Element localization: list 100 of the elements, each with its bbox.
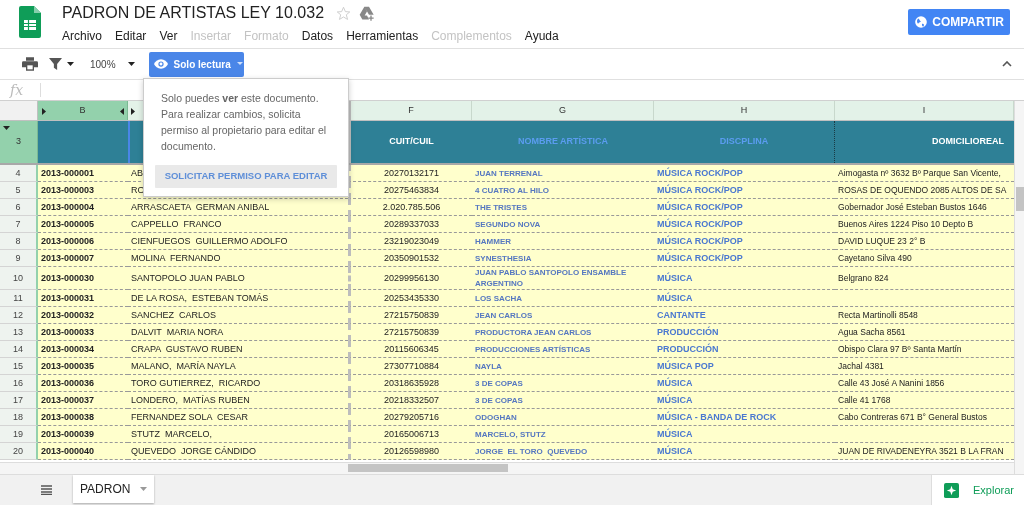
table-cell: MÚSICA — [654, 375, 835, 392]
table-cell: 20275463834 — [348, 182, 472, 199]
explore-button[interactable]: Explorar — [931, 475, 1024, 505]
formula-label: fx — [10, 83, 25, 97]
spreadsheet-logo[interactable] — [19, 6, 41, 38]
row-number[interactable]: 19 — [0, 426, 38, 443]
menu-item[interactable]: Herramientas — [346, 28, 419, 44]
menu-item[interactable]: Ayuda — [524, 28, 559, 44]
table-cell: FERNANDEZ SOLA CESAR — [128, 409, 348, 426]
row-number[interactable]: 20 — [0, 443, 38, 460]
menu-item[interactable]: Ver — [159, 28, 178, 44]
header-cell: CUIT/CUIL — [348, 121, 472, 163]
table-cell: Cabo Contreras 671 B° General Bustos — [835, 409, 1014, 426]
table-cell: MARCELO, STUTZ — [472, 426, 654, 443]
row-number[interactable]: 5 — [0, 182, 38, 199]
table-cell: SANCHEZ CARLOS — [128, 307, 348, 324]
expand-icon[interactable] — [41, 108, 48, 115]
table-cell: DAVID LUQUE 23 2° B — [835, 233, 1014, 250]
menu-item[interactable]: Datos — [301, 28, 334, 44]
table-cell: CRAPA GUSTAVO RUBEN — [128, 341, 348, 358]
table-cell: 2013-000038 — [38, 409, 128, 426]
menu-item[interactable]: Archivo — [62, 28, 102, 44]
column-header[interactable]: I — [835, 101, 1014, 120]
table-cell: ARRASCAETA GERMAN ANIBAL — [128, 199, 348, 216]
table-cell: PRODUCCIÓN — [654, 341, 835, 358]
table-cell: MÚSICA - BANDA DE ROCK — [654, 409, 835, 426]
table-cell: Belgrano 824 — [835, 267, 1014, 290]
column-header[interactable]: G — [472, 101, 654, 120]
menu-item[interactable]: Editar — [115, 28, 147, 44]
vertical-scrollbar[interactable] — [1015, 187, 1024, 211]
sheet-list-icon[interactable] — [41, 485, 52, 495]
table-cell: MÚSICA ROCK/POP — [654, 233, 835, 250]
drive-add-icon[interactable] — [359, 5, 376, 21]
table-cell: 20165006713 — [348, 426, 472, 443]
table-cell: MÚSICA — [654, 443, 835, 460]
table-cell: Jachal 4381 — [835, 358, 1014, 375]
table-cell: 3 DE COPAS — [472, 392, 654, 409]
collapse-icon[interactable] — [3, 125, 10, 132]
table-cell: 2013-000035 — [38, 358, 128, 375]
table-cell: PRODUCTORA JEAN CARLOS — [472, 324, 654, 341]
table-cell: JEAN CARLOS — [472, 307, 654, 324]
table-cell: MÚSICA ROCK/POP — [654, 199, 835, 216]
row-number[interactable]: 12 — [0, 307, 38, 324]
table-cell: Calle 43 José A Nanini 1856 — [835, 375, 1014, 392]
row-number[interactable]: 11 — [0, 290, 38, 307]
table-cell: 2013-000031 — [38, 290, 128, 307]
table-cell: PRODUCCIÓN — [654, 324, 835, 341]
globe-icon — [914, 15, 929, 29]
table-cell: 2013-000001 — [38, 165, 128, 182]
row-number[interactable]: 9 — [0, 250, 38, 267]
read-only-button[interactable]: Solo lectura — [148, 51, 244, 77]
caret-icon[interactable] — [67, 60, 74, 68]
row-number[interactable]: 7 — [0, 216, 38, 233]
table-cell: CANTANTE — [654, 307, 835, 324]
filter-icon[interactable] — [49, 58, 62, 70]
table-cell: Obispo Clara 97 Bº Santa Martín — [835, 341, 1014, 358]
share-button[interactable]: COMPARTIR — [908, 9, 1010, 35]
table-cell: 2013-000036 — [38, 375, 128, 392]
column-header[interactable]: F — [348, 101, 472, 120]
row-number[interactable]: 18 — [0, 409, 38, 426]
caret-icon — [236, 62, 243, 66]
table-cell: STUTZ MARCELO, — [128, 426, 348, 443]
table-cell: Agua Sacha 8561 — [835, 324, 1014, 341]
row-number[interactable]: 14 — [0, 341, 38, 358]
caret-icon[interactable] — [127, 60, 135, 68]
table-cell: 2013-000037 — [38, 392, 128, 409]
row-number[interactable]: 4 — [0, 165, 38, 182]
star-icon[interactable] — [336, 5, 352, 21]
table-cell: PRODUCCIONES ARTÍSTICAS — [472, 341, 654, 358]
table-cell: ODOGHAN — [472, 409, 654, 426]
table-cell: MÚSICA — [654, 426, 835, 443]
column-header[interactable]: B — [38, 101, 128, 120]
table-cell: 2013-000040 — [38, 443, 128, 460]
column-header[interactable]: H — [654, 101, 835, 120]
collapse-icon[interactable] — [1002, 61, 1012, 67]
table-cell: THE TRISTES — [472, 199, 654, 216]
horizontal-scrollbar[interactable] — [348, 464, 508, 472]
sheet-tab[interactable]: PADRON — [73, 475, 155, 503]
table-cell: SEGUNDO NOVA — [472, 216, 654, 233]
row-number[interactable]: 17 — [0, 392, 38, 409]
row-number[interactable]: 6 — [0, 199, 38, 216]
table-cell: 2013-000003 — [38, 182, 128, 199]
row-number[interactable]: 8 — [0, 233, 38, 250]
table-cell: LONDERO, MATÍAS RUBEN — [128, 392, 348, 409]
table-cell: 20279205716 — [348, 409, 472, 426]
table-cell: 20289337033 — [348, 216, 472, 233]
row-number[interactable]: 16 — [0, 375, 38, 392]
table-cell: LOS SACHA — [472, 290, 654, 307]
table-cell: 2.020.785.506 — [348, 199, 472, 216]
row-number[interactable]: 15 — [0, 358, 38, 375]
table-cell: 20253435330 — [348, 290, 472, 307]
table-cell: 20350901532 — [348, 250, 472, 267]
row-number[interactable]: 3 — [0, 121, 38, 163]
row-number[interactable]: 13 — [0, 324, 38, 341]
table-cell: JUAN TERRENAL — [472, 165, 654, 182]
zoom-selector[interactable]: 100% — [90, 56, 116, 72]
document-title[interactable]: PADRON DE ARTISTAS LEY 10.032 — [62, 3, 325, 23]
row-number[interactable]: 10 — [0, 267, 38, 290]
table-cell: Gobernador José Esteban Bustos 1646 — [835, 199, 1014, 216]
print-icon[interactable] — [22, 57, 38, 71]
